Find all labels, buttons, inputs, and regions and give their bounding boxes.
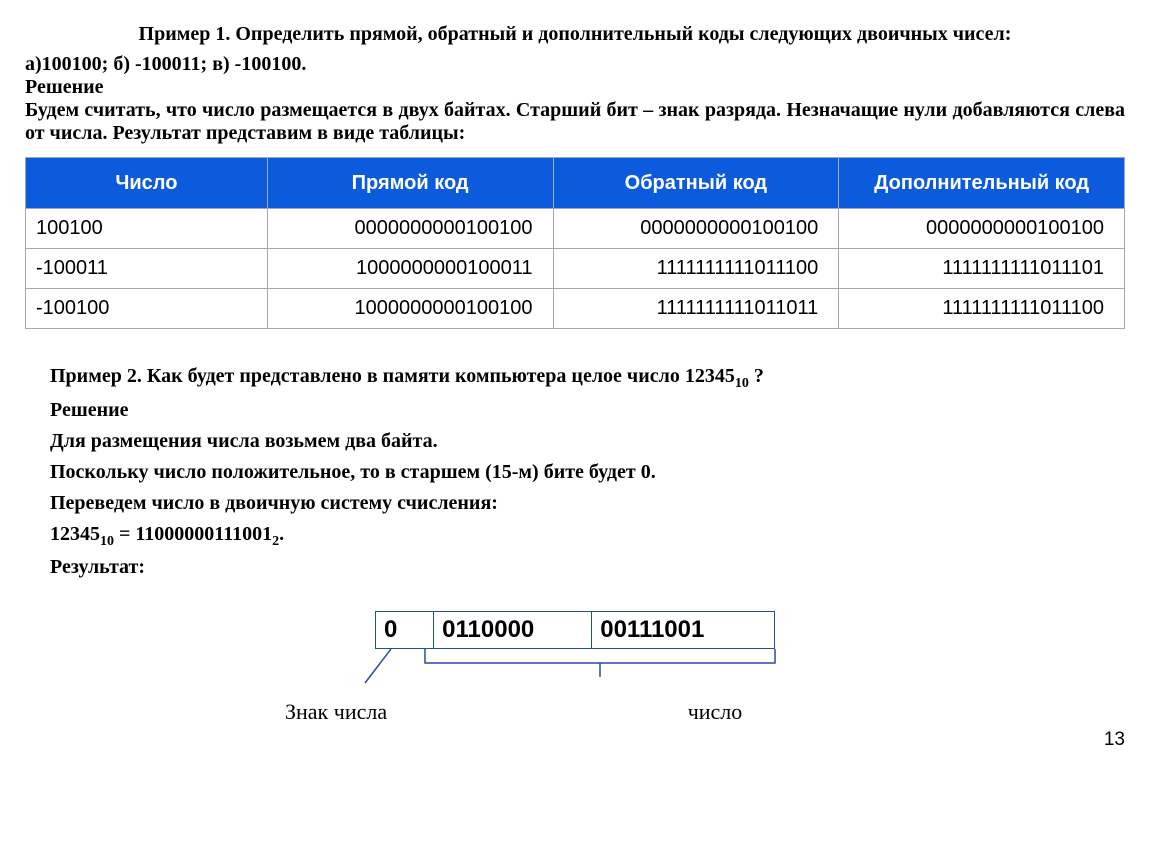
example2-block: Пример 2. Как будет представлено в памят… — [50, 361, 1125, 583]
example2-result-label: Результат: — [50, 552, 1125, 583]
mem-low-byte: 00111001 — [592, 612, 775, 649]
cell-inverse: 1111111111011011 — [553, 289, 839, 329]
cell-inverse: 1111111111011100 — [553, 249, 839, 289]
page-number: 13 — [25, 729, 1125, 751]
example2-solution-label: Решение — [50, 395, 1125, 426]
th-complement: Дополнительный код — [839, 158, 1125, 209]
mem-high-byte: 0110000 — [434, 612, 592, 649]
table-row: -100011 1000000000100011 111111111101110… — [26, 249, 1125, 289]
memory-labels: Знак числа число — [285, 699, 865, 725]
table-row: -100100 1000000000100100 111111111101101… — [26, 289, 1125, 329]
cell-number: 100100 — [26, 209, 268, 249]
codes-table: Число Прямой код Обратный код Дополнител… — [25, 157, 1125, 329]
table-row: 100100 0000000000100100 0000000000100100… — [26, 209, 1125, 249]
example2-title: Пример 2. Как будет представлено в памят… — [50, 361, 1125, 395]
example2-line1: Для размещения числа возьмем два байта. — [50, 426, 1125, 457]
example1-solution-text: Будем считать, что число размещается в д… — [25, 99, 1125, 145]
example2-line2: Поскольку число положительное, то в стар… — [50, 457, 1125, 488]
example2-conversion: 1234510 = 110000001110012. — [50, 519, 1125, 553]
th-inverse: Обратный код — [553, 158, 839, 209]
cell-direct: 1000000000100011 — [267, 249, 553, 289]
cell-complement: 1111111111011101 — [839, 249, 1125, 289]
mem-sign-bit: 0 — [376, 612, 434, 649]
table-header-row: Число Прямой код Обратный код Дополнител… — [26, 158, 1125, 209]
label-number: число — [485, 699, 865, 725]
example1-title: Пример 1. Определить прямой, обратный и … — [25, 20, 1125, 48]
th-number: Число — [26, 158, 268, 209]
cell-number: -100100 — [26, 289, 268, 329]
cell-direct: 0000000000100100 — [267, 209, 553, 249]
label-sign: Знак числа — [285, 699, 485, 725]
th-direct: Прямой код — [267, 158, 553, 209]
memory-layout-table: 0 0110000 00111001 — [375, 611, 775, 649]
cell-number: -100011 — [26, 249, 268, 289]
cell-inverse: 0000000000100100 — [553, 209, 839, 249]
cell-complement: 1111111111011100 — [839, 289, 1125, 329]
bracket-diagram — [345, 649, 805, 687]
cell-complement: 0000000000100100 — [839, 209, 1125, 249]
cell-direct: 1000000000100100 — [267, 289, 553, 329]
example1-items: а)100100; б) -100011; в) -100100. — [25, 53, 1125, 76]
example2-line3: Переведем число в двоичную систему счисл… — [50, 488, 1125, 519]
example1-solution-label: Решение — [25, 76, 1125, 99]
